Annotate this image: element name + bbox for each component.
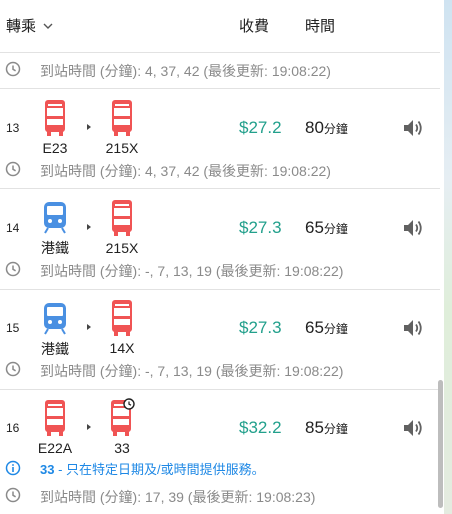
duration-unit: 分鐘 bbox=[323, 322, 348, 336]
route-index: 14 bbox=[6, 221, 20, 235]
divider bbox=[0, 188, 440, 189]
results-header: 轉乘 收費 時間 bbox=[0, 0, 440, 53]
train-icon bbox=[44, 202, 66, 234]
chevron-down-icon bbox=[43, 23, 53, 29]
leg-label: E22A bbox=[37, 440, 73, 456]
fare-value: $27.2 bbox=[239, 118, 282, 137]
duration: 65分鐘 bbox=[305, 218, 348, 238]
eta-text: 到站時間 (分鐘): 4, 37, 42 (最後更新: 19:08:22) bbox=[40, 163, 331, 179]
speaker-icon[interactable] bbox=[402, 118, 424, 138]
transfer-sort-dropdown[interactable]: 轉乘 bbox=[6, 15, 54, 36]
eta-text: 到站時間 (分鐘): -, 7, 13, 19 (最後更新: 19:08:22) bbox=[40, 263, 344, 279]
route-leg: E22A bbox=[33, 400, 77, 456]
fare-value: $32.2 bbox=[239, 418, 282, 437]
duration-value: 65 bbox=[305, 318, 324, 337]
clock-icon bbox=[5, 261, 21, 277]
info-icon bbox=[5, 460, 21, 476]
duration-value: 85 bbox=[305, 418, 324, 437]
route-leg: 港鐵 bbox=[33, 303, 77, 359]
transfer-arrow-icon bbox=[87, 324, 91, 330]
clock-icon bbox=[5, 487, 21, 503]
eta-row: 到站時間 (分鐘): -, 7, 13, 19 (最後更新: 19:08:22) bbox=[0, 258, 440, 280]
leg-label: 港鐵 bbox=[41, 240, 69, 256]
duration: 85分鐘 bbox=[305, 418, 348, 438]
service-notice: 33 - 只在特定日期及/或時間提供服務。 bbox=[0, 458, 440, 478]
route-index: 16 bbox=[6, 421, 20, 435]
duration: 80分鐘 bbox=[305, 118, 348, 138]
eta-row: 到站時間 (分鐘): -, 7, 13, 19 (最後更新: 19:08:22) bbox=[0, 358, 440, 380]
duration-value: 80 bbox=[305, 118, 324, 137]
bus-icon bbox=[45, 100, 65, 136]
transfer-arrow-icon bbox=[87, 224, 91, 230]
notice-route-number: 33 bbox=[40, 462, 55, 477]
speaker-icon[interactable] bbox=[402, 418, 424, 438]
duration-value: 65 bbox=[305, 218, 324, 237]
duration-unit: 分鐘 bbox=[323, 122, 348, 136]
notice-message: - 只在特定日期及/或時間提供服務。 bbox=[54, 462, 265, 477]
notice-text: 33 - 只在特定日期及/或時間提供服務。 bbox=[40, 459, 265, 478]
transfer-arrow-icon bbox=[87, 124, 91, 130]
transfer-arrow-icon bbox=[87, 424, 91, 430]
map-background bbox=[444, 0, 452, 514]
transfer-header-label: 轉乘 bbox=[6, 18, 37, 35]
bus-icon bbox=[112, 300, 132, 336]
route-leg: 33 bbox=[100, 398, 144, 456]
leg-label: 215X bbox=[105, 240, 139, 256]
bus-icon bbox=[112, 100, 132, 136]
clock-icon bbox=[5, 61, 21, 77]
divider bbox=[0, 389, 440, 390]
clock-icon bbox=[5, 161, 21, 177]
fare-value: $27.3 bbox=[239, 218, 282, 237]
duration-unit: 分鐘 bbox=[323, 422, 348, 436]
route-index: 13 bbox=[6, 121, 20, 135]
leg-label: E23 bbox=[42, 140, 68, 156]
eta-text: 到站時間 (分鐘): -, 7, 13, 19 (最後更新: 19:08:22) bbox=[40, 363, 344, 379]
eta-text: 到站時間 (分鐘): 17, 39 (最後更新: 19:08:23) bbox=[40, 489, 316, 505]
clock-icon bbox=[5, 361, 21, 377]
leg-label: 215X bbox=[105, 140, 139, 156]
scheduled-bus-icon bbox=[111, 398, 135, 436]
duration: 65分鐘 bbox=[305, 318, 348, 338]
time-header[interactable]: 時間 bbox=[305, 15, 335, 36]
route-leg: 215X bbox=[100, 100, 144, 156]
eta-row: 到站時間 (分鐘): 4, 37, 42 (最後更新: 19:08:22) bbox=[0, 58, 440, 80]
eta-row: 到站時間 (分鐘): 17, 39 (最後更新: 19:08:23) bbox=[0, 484, 440, 506]
bus-icon bbox=[112, 200, 132, 236]
leg-label: 14X bbox=[109, 340, 135, 356]
speaker-icon[interactable] bbox=[402, 318, 424, 338]
train-icon bbox=[44, 303, 66, 335]
route-results-panel: 轉乘 收費 時間 到站時間 (分鐘): 4, 37, 42 (最後更新: 19:… bbox=[0, 0, 443, 514]
divider bbox=[0, 88, 440, 89]
scrollbar-thumb[interactable] bbox=[438, 380, 443, 508]
fare-value: $27.3 bbox=[239, 318, 282, 337]
eta-row: 到站時間 (分鐘): 4, 37, 42 (最後更新: 19:08:22) bbox=[0, 158, 440, 180]
route-leg: 港鐵 bbox=[33, 202, 77, 258]
divider bbox=[0, 289, 440, 290]
route-leg: E23 bbox=[33, 100, 77, 156]
fare-header[interactable]: 收費 bbox=[239, 15, 269, 36]
route-leg: 14X bbox=[100, 300, 144, 356]
leg-label: 33 bbox=[114, 440, 130, 456]
eta-text: 到站時間 (分鐘): 4, 37, 42 (最後更新: 19:08:22) bbox=[40, 63, 331, 79]
route-leg: 215X bbox=[100, 200, 144, 256]
duration-unit: 分鐘 bbox=[323, 222, 348, 236]
route-index: 15 bbox=[6, 321, 20, 335]
speaker-icon[interactable] bbox=[402, 218, 424, 238]
leg-label: 港鐵 bbox=[41, 341, 69, 357]
bus-icon bbox=[45, 400, 65, 436]
